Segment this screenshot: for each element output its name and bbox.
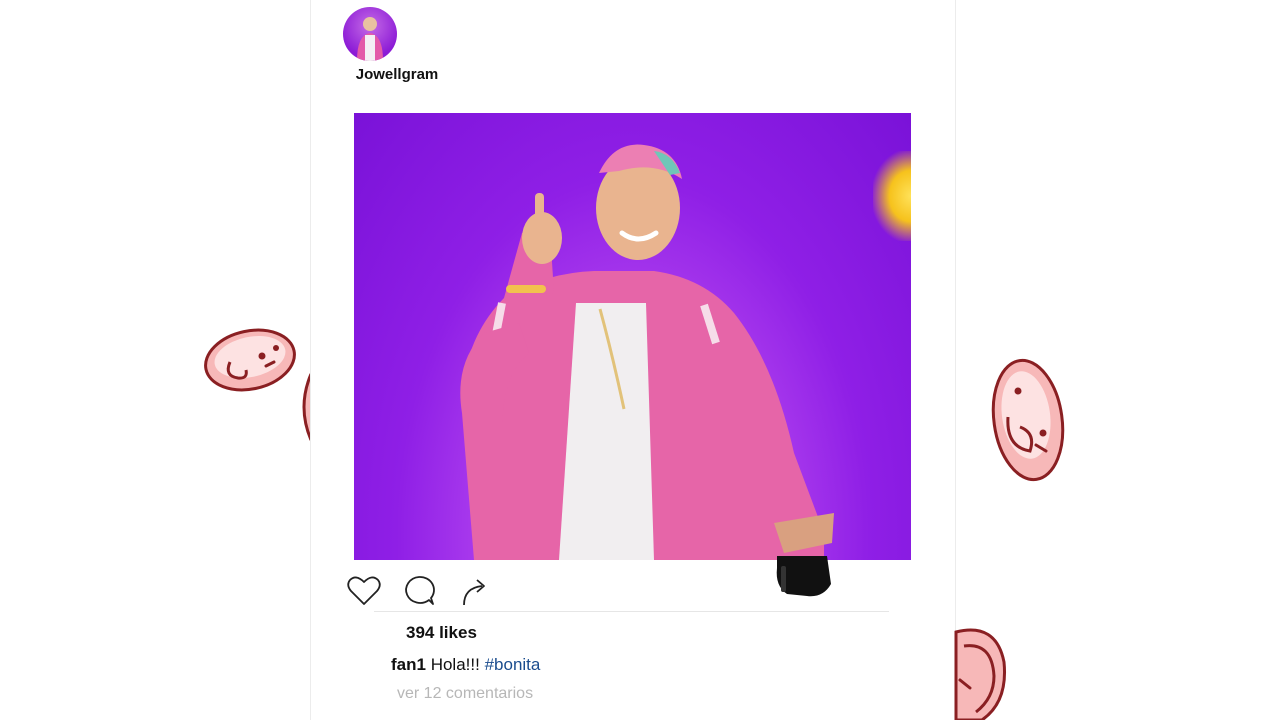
caption-text: Hola!!!	[430, 655, 480, 674]
action-divider	[374, 611, 889, 612]
post-username[interactable]: Jowellgram	[340, 66, 454, 83]
post-caption: fan1 Hola!!! #bonita	[391, 655, 540, 675]
lightbulb-icon	[873, 151, 911, 241]
hand-overlay	[776, 556, 831, 597]
caption-username[interactable]: fan1	[391, 655, 426, 674]
sad-emoji-right	[991, 358, 1065, 482]
person-pointing-illustration	[460, 144, 834, 560]
heart-icon[interactable]	[346, 574, 382, 608]
emoji-fragment-bottom-right	[954, 628, 1007, 720]
view-comments-link[interactable]: ver 12 comentarios	[397, 685, 533, 703]
share-icon[interactable]	[456, 574, 492, 608]
post-photo[interactable]	[354, 113, 911, 560]
like-count[interactable]: 394 likes	[406, 623, 477, 643]
avatar[interactable]	[343, 7, 397, 61]
caption-hashtag[interactable]: #bonita	[485, 655, 541, 674]
sad-emoji-left	[204, 328, 296, 392]
avatar-person-icon	[357, 17, 383, 61]
comment-icon[interactable]	[401, 574, 437, 608]
